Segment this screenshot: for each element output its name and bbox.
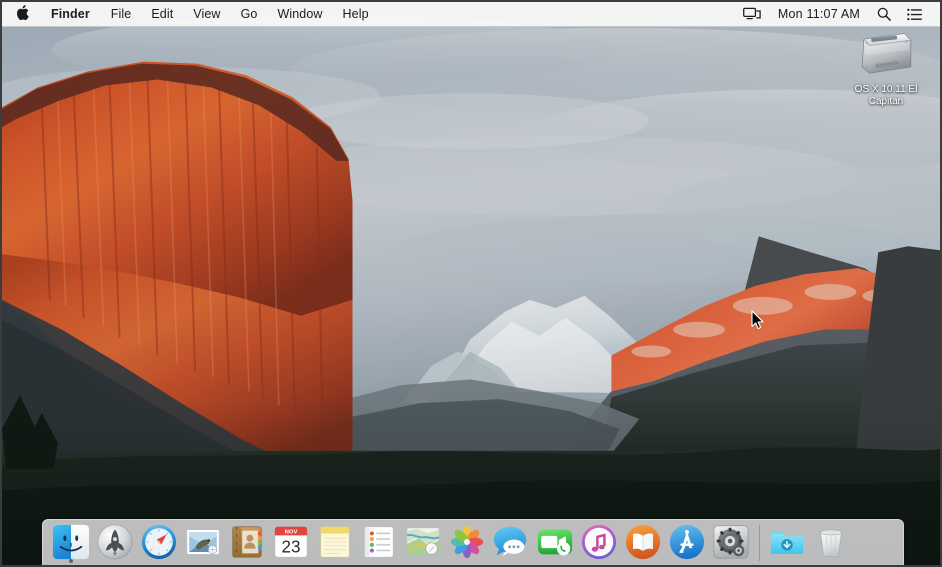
dock-item-launchpad[interactable]	[93, 521, 137, 563]
dock-item-messages[interactable]	[489, 521, 533, 563]
apple-menu[interactable]	[2, 2, 40, 26]
apple-logo-icon	[16, 5, 29, 23]
menu-bar: Finder File Edit View Go Window Help Mon…	[2, 2, 940, 27]
dock-item-itunes[interactable]	[577, 521, 621, 563]
notification-center-icon[interactable]	[899, 2, 930, 26]
calendar-month-label: NOV	[285, 530, 298, 536]
running-indicator	[69, 559, 73, 563]
dock-item-contacts[interactable]	[225, 521, 269, 563]
dock-item-downloads[interactable]	[765, 521, 809, 563]
desktop-icon-macintosh-hd[interactable]: OS X 10.11 El Capitan	[840, 30, 932, 107]
hard-drive-icon	[858, 30, 914, 81]
dock-item-mail[interactable]	[181, 521, 225, 563]
dock: NOV 23	[42, 519, 904, 565]
dock-item-facetime[interactable]	[533, 521, 577, 563]
dock-item-notes[interactable]	[313, 521, 357, 563]
desktop-icon-label: OS X 10.11 El Capitan	[855, 84, 918, 107]
menu-item-help[interactable]: Help	[333, 2, 379, 26]
menu-item-window[interactable]: Window	[267, 2, 332, 26]
dock-separator	[753, 523, 765, 563]
dock-item-safari[interactable]	[137, 521, 181, 563]
airplay-display-icon[interactable]	[735, 2, 769, 26]
menu-item-view[interactable]: View	[183, 2, 230, 26]
dock-item-trash[interactable]	[809, 521, 853, 563]
dock-item-calendar[interactable]: NOV 23	[269, 521, 313, 563]
dock-item-ibooks[interactable]	[621, 521, 665, 563]
menu-item-finder[interactable]: Finder	[40, 2, 101, 26]
menu-bar-left: Finder File Edit View Go Window Help	[2, 2, 379, 26]
menu-item-go[interactable]: Go	[231, 2, 268, 26]
dock-item-system-preferences[interactable]	[709, 521, 753, 563]
calendar-day-label: 23	[281, 537, 300, 556]
dock-item-reminders[interactable]	[357, 521, 401, 563]
desktop-icon-label-line2: Capitan	[868, 95, 904, 107]
menu-bar-clock[interactable]: Mon 11:07 AM	[769, 2, 869, 26]
search-icon[interactable]	[869, 2, 899, 26]
dock-item-maps[interactable]	[401, 521, 445, 563]
desktop-screen: Finder File Edit View Go Window Help Mon…	[0, 0, 942, 567]
dock-item-finder[interactable]	[49, 521, 93, 563]
desktop-icon-label-line1: OS X 10.11 El	[854, 84, 918, 95]
dock-item-app-store[interactable]	[665, 521, 709, 563]
dock-item-photos[interactable]	[445, 521, 489, 563]
menu-bar-status-area: Mon 11:07 AM	[735, 2, 940, 26]
menu-item-file[interactable]: File	[101, 2, 142, 26]
menu-item-edit[interactable]: Edit	[141, 2, 183, 26]
desktop-wallpaper[interactable]	[2, 2, 940, 565]
